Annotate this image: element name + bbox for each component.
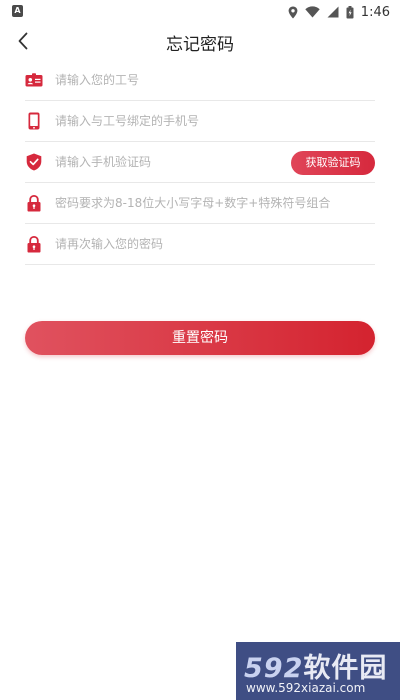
phone-row [25,101,375,142]
battery-icon [346,5,354,18]
watermark-url: www.592xiazai.com [246,681,366,695]
watermark-logo: 592软件园 [244,653,388,684]
nav-bar: 忘记密码 [0,24,400,58]
signal-icon [327,6,339,18]
lock-icon [25,194,43,212]
confirm-password-row [25,224,375,265]
get-code-button[interactable]: 获取验证码 [291,151,375,175]
site-watermark: 592软件园 www.592xiazai.com [236,642,400,700]
app-notification-icon: A [12,5,23,17]
phone-icon [25,112,43,130]
new-password-row [25,183,375,224]
lock-icon [25,235,43,253]
location-icon [288,6,298,18]
status-bar: A 1:46 [0,0,400,24]
confirm-password-input[interactable] [55,229,375,259]
verification-code-row: 获取验证码 [25,142,375,183]
new-password-input[interactable] [55,188,375,218]
id-card-icon [25,71,43,89]
employee-id-row [25,60,375,101]
wifi-icon [305,6,320,18]
reset-password-button[interactable]: 重置密码 [25,321,375,355]
page-title: 忘记密码 [166,35,234,55]
status-time: 1:46 [360,4,390,20]
shield-check-icon [25,153,43,171]
employee-id-input[interactable] [55,65,375,95]
phone-input[interactable] [55,106,375,136]
reset-password-form: 获取验证码 [25,60,375,265]
status-icons: 1:46 [288,3,390,21]
